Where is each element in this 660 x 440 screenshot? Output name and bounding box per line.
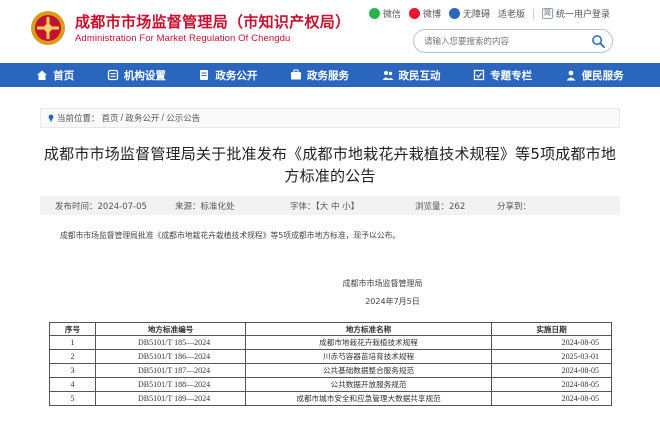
accessibility-link[interactable]: 无障碍	[448, 7, 490, 20]
table-row: 5 DB5101/T 189—2024 成都市城市安全和应急管理大数据共享规范 …	[49, 391, 612, 406]
publish-date: 发布时间：2024-07-05	[55, 202, 147, 212]
nav-item-open[interactable]: 政务公开	[198, 68, 257, 83]
open-icon	[200, 70, 209, 80]
breadcrumb-notice[interactable]: 公示公告	[166, 112, 200, 124]
row-index: 5	[49, 391, 96, 406]
row-index: 4	[49, 377, 96, 392]
breadcrumb-prefix: 当前位置：	[57, 114, 100, 124]
weibo-icon	[408, 8, 420, 19]
share-label[interactable]: 分享到：	[497, 200, 531, 212]
row-index: 1	[49, 335, 96, 350]
column-header: 地方标准编号	[95, 322, 246, 336]
table-header-row: 序号 地方标准编号 地方标准名称 实施日期	[49, 322, 612, 336]
signing-date: 2024年7月5日	[365, 297, 420, 306]
weibo-label: 微博	[422, 10, 441, 20]
row-index: 2	[49, 349, 96, 364]
effective-date: 2024-08-05	[491, 335, 612, 350]
location-pin-icon	[48, 114, 54, 122]
column-header: 地方标准名称	[245, 322, 492, 336]
nav-item-org[interactable]: 机构设置	[107, 68, 166, 83]
weibo-link[interactable]: 微博	[408, 7, 441, 20]
nav-label: 便民服务	[581, 69, 624, 82]
topic-icon	[473, 69, 485, 81]
effective-date: 2024-08-05	[491, 377, 612, 392]
search-box	[413, 29, 613, 53]
wechat-label: 微信	[382, 10, 401, 20]
breadcrumb-separator: /	[161, 113, 165, 123]
breadcrumb-separator: /	[120, 113, 124, 123]
search-icon[interactable]	[591, 34, 606, 49]
table-row: 1 DB5101/T 185—2024 成都市地栽花卉栽植技术规程 2024-0…	[49, 335, 612, 350]
breadcrumb: 当前位置： 首页 / 政务公开 / 公示公告	[40, 108, 620, 128]
divider	[532, 8, 534, 19]
nav-item-interaction[interactable]: 政民互动	[382, 68, 441, 83]
standard-name: 公共基础数据整合服务规范	[245, 363, 492, 378]
site-title-english: Administration For Market Regulation Of …	[75, 33, 291, 44]
nav-label: 政务公开	[215, 69, 258, 82]
standard-code: DB5101/T 185—2024	[95, 335, 246, 350]
article-paragraph: 成都市市场监督管理局批准《成都市地栽花卉栽植技术规程》等5项成都市地方标准，现予…	[60, 231, 401, 240]
standard-code: DB5101/T 189—2024	[95, 391, 246, 406]
nav-item-convenience[interactable]: 便民服务	[565, 68, 624, 83]
login-icon: 简	[541, 8, 553, 19]
nav-label: 专题专栏	[490, 69, 533, 82]
breadcrumb-open[interactable]: 政务公开	[125, 112, 159, 124]
org-icon	[107, 69, 118, 81]
effective-date: 2024-08-05	[491, 363, 612, 378]
elderly-mode-label: 适老版	[497, 10, 525, 20]
nav-item-topic[interactable]: 专题专栏	[473, 68, 532, 83]
wechat-icon	[368, 8, 380, 19]
column-header: 序号	[49, 322, 96, 336]
article-source: 来源：标准化处	[175, 202, 235, 212]
convenience-icon	[566, 70, 576, 81]
standard-code: DB5101/T 188—2024	[95, 377, 246, 392]
main-nav: 首页 机构设置 政务公开 政务服务 政民互动 专题专栏 便民服务	[0, 63, 660, 87]
article-meta: 发布时间：2024-07-05 来源：标准化处 字体：【大 中 小】 浏览量：2…	[40, 196, 620, 215]
service-icon	[290, 69, 301, 80]
nav-label: 首页	[53, 69, 75, 82]
login-link[interactable]: 简 统一用户登录	[541, 7, 610, 20]
standards-table: 序号 地方标准编号 地方标准名称 实施日期 1 DB5101/T 185—202…	[49, 322, 612, 406]
site-header: 成都市市场监督管理局（市知识产权局） Administration For Ma…	[0, 0, 660, 62]
home-icon	[37, 70, 48, 80]
nav-label: 政务服务	[306, 69, 349, 82]
effective-date: 2024-08-05	[491, 391, 612, 406]
accessibility-icon	[448, 8, 460, 19]
standard-name: 成都市地栽花卉栽植技术规程	[245, 335, 492, 350]
table-row: 2 DB5101/T 186—2024 川赤芍容器苗培育技术规程 2025-03…	[49, 349, 612, 364]
standard-name: 川赤芍容器苗培育技术规程	[245, 349, 492, 364]
elderly-mode-link[interactable]: 适老版	[498, 7, 525, 20]
effective-date: 2025-03-01	[491, 349, 612, 364]
top-links: 微信 微博 无障碍 适老版 简 统一用户登录	[368, 7, 610, 20]
nav-item-service[interactable]: 政务服务	[290, 68, 349, 83]
site-title[interactable]: 成都市市场监督管理局（市知识产权局）	[75, 11, 350, 32]
signing-organization: 成都市市场监督管理局	[342, 279, 423, 288]
standard-code: DB5101/T 187—2024	[95, 363, 246, 378]
font-size-selector[interactable]: 字体：【大 中 小】	[290, 200, 359, 212]
nav-label: 机构设置	[123, 69, 166, 82]
wechat-link[interactable]: 微信	[368, 7, 401, 20]
standard-name: 公共数据开放服务规范	[245, 377, 492, 392]
breadcrumb-home[interactable]: 首页	[102, 112, 119, 124]
standard-name: 成都市城市安全和应急管理大数据共享规范	[245, 391, 492, 406]
view-count: 浏览量：262	[415, 202, 466, 212]
nav-label: 政民互动	[398, 69, 441, 82]
nav-item-home[interactable]: 首页	[36, 68, 74, 83]
interaction-icon	[382, 71, 394, 80]
article-title: 成都市市场监督管理局关于批准发布《成都市地栽花卉栽植技术规程》等5项成都市地方标…	[43, 145, 617, 185]
table-row: 4 DB5101/T 188—2024 公共数据开放服务规范 2024-08-0…	[49, 377, 612, 392]
login-label: 统一用户登录	[555, 10, 610, 20]
standard-code: DB5101/T 186—2024	[95, 349, 246, 364]
row-index: 3	[49, 363, 96, 378]
emblem-logo-icon[interactable]	[30, 10, 66, 46]
column-header: 实施日期	[491, 322, 612, 336]
accessibility-label: 无障碍	[462, 10, 490, 20]
search-input[interactable]	[424, 34, 584, 49]
table-row: 3 DB5101/T 187—2024 公共基础数据整合服务规范 2024-08…	[49, 363, 612, 378]
